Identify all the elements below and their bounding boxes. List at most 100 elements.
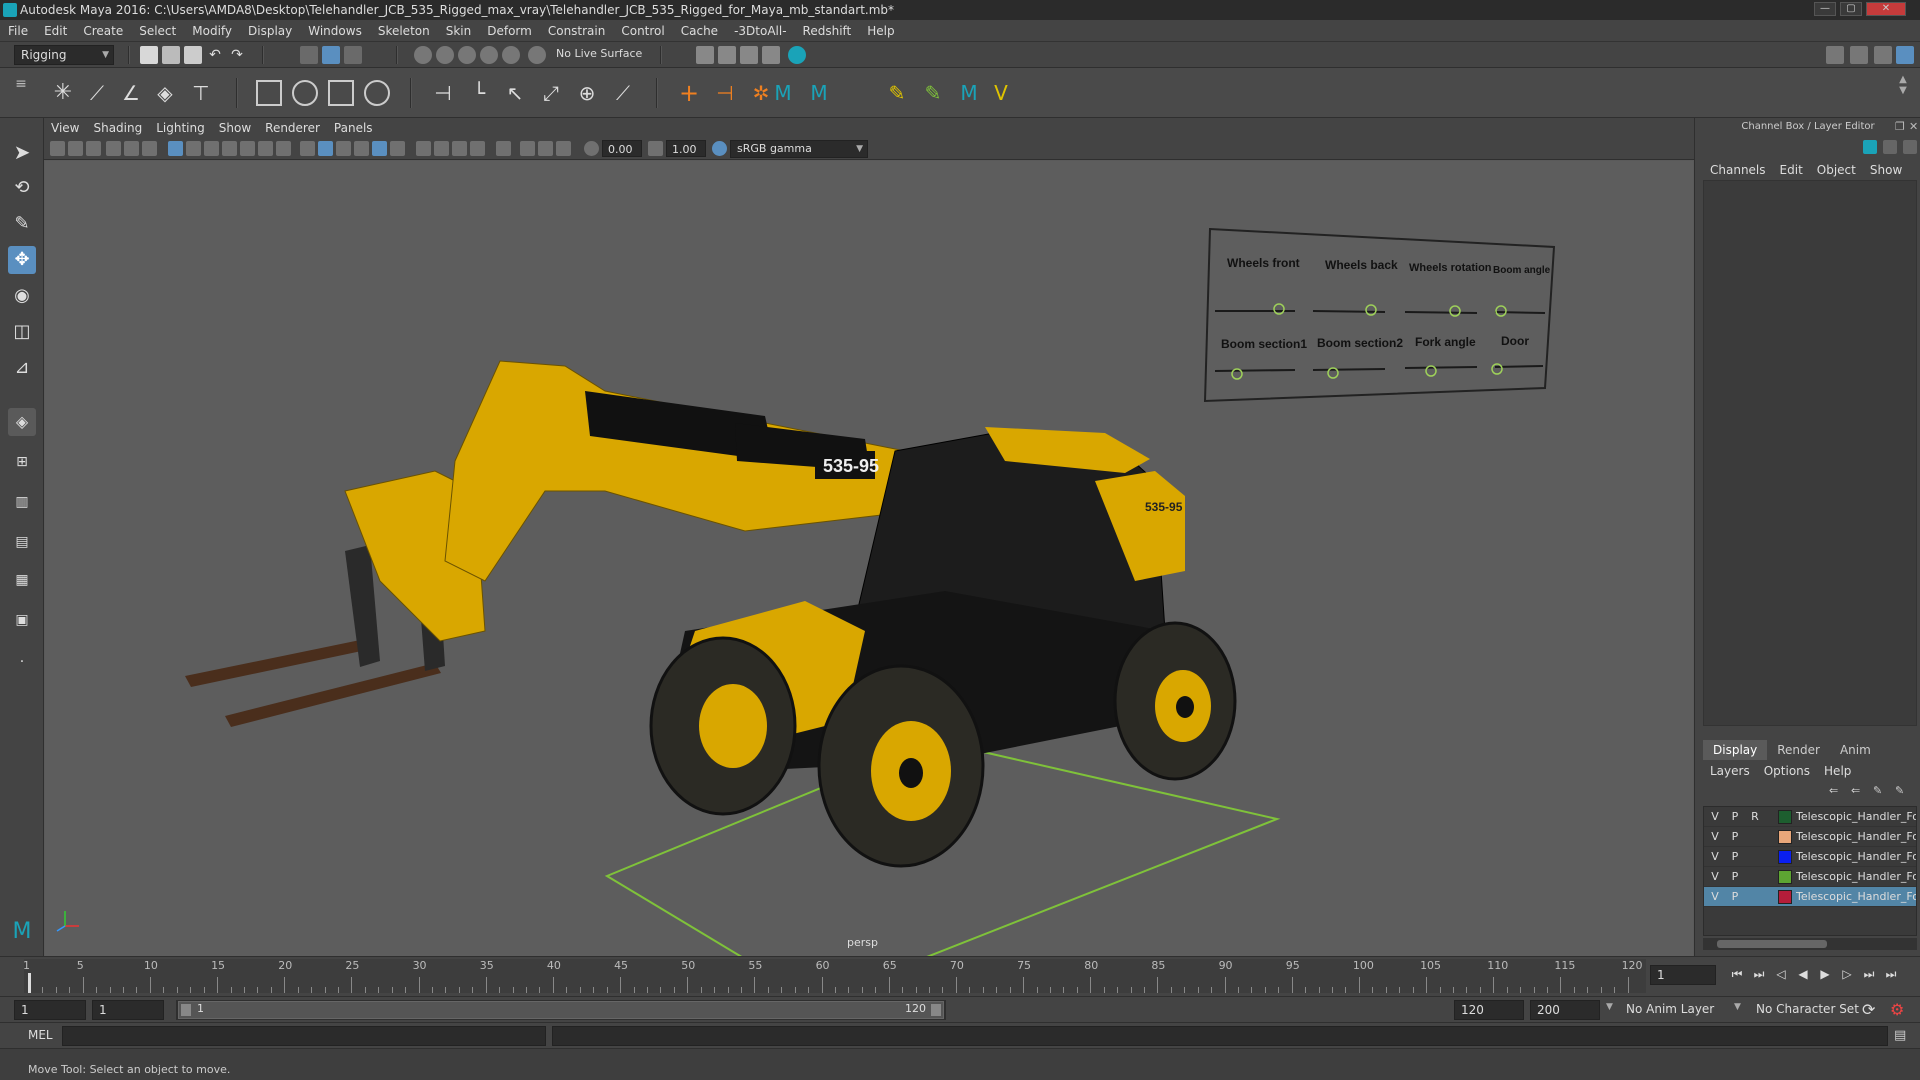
cluster-icon[interactable] xyxy=(364,80,390,106)
character-set-dropdown[interactable]: No Character Set xyxy=(1756,1002,1859,1016)
layer-color-swatch[interactable] xyxy=(1778,810,1792,824)
layer-row[interactable]: V P Telescopic_Handler_Fo xyxy=(1704,827,1916,847)
layer-reference-toggle[interactable] xyxy=(1746,869,1764,885)
hik-icon[interactable]: M xyxy=(770,80,796,106)
film-gate-icon[interactable] xyxy=(186,141,201,156)
vp-menu-shading[interactable]: Shading xyxy=(86,118,149,138)
ik-handle-icon[interactable]: ⟋ xyxy=(84,80,110,106)
live-surface-label[interactable]: No Live Surface xyxy=(556,47,642,60)
attribute-editor-icon[interactable] xyxy=(1850,46,1868,64)
layer-playback-toggle[interactable]: P xyxy=(1726,849,1744,865)
modeling-toolkit-icon[interactable] xyxy=(1826,46,1844,64)
play-backwards-icon[interactable]: ◀ xyxy=(1794,966,1812,982)
select-camera-icon[interactable] xyxy=(50,141,65,156)
locator-icon[interactable]: + xyxy=(676,80,702,106)
insert-joint-icon[interactable]: ◈ xyxy=(152,80,178,106)
layer-menu-help[interactable]: Help xyxy=(1817,764,1858,778)
open-scene-icon[interactable] xyxy=(162,46,180,64)
snap-surface-icon[interactable] xyxy=(502,46,520,64)
lattice-icon[interactable] xyxy=(328,80,354,106)
start-time-field[interactable]: 1 xyxy=(14,1000,86,1020)
script-editor-icon[interactable]: ▤ xyxy=(1894,1028,1906,1043)
shelf-menu-icon[interactable]: ≡ xyxy=(12,76,30,112)
control-panel-board[interactable] xyxy=(1203,227,1556,403)
render-view-icon[interactable] xyxy=(696,46,714,64)
menu-select[interactable]: Select xyxy=(131,20,184,42)
layer-horizontal-scrollbar[interactable] xyxy=(1703,938,1917,950)
xray-components-icon[interactable] xyxy=(556,141,571,156)
point-constraint-icon[interactable]: └ xyxy=(466,80,492,106)
xray-icon[interactable] xyxy=(520,141,535,156)
set-driven-key-icon[interactable]: ⊣ xyxy=(712,80,738,106)
fork-left[interactable] xyxy=(185,639,371,687)
hik-character-icon[interactable]: M xyxy=(806,80,832,106)
aim-constraint-icon[interactable]: ⊕ xyxy=(574,80,600,106)
save-scene-icon[interactable] xyxy=(184,46,202,64)
quick-rig-icon[interactable]: V xyxy=(988,80,1014,106)
maximize-button[interactable]: ▢ xyxy=(1840,2,1862,16)
tab-anim[interactable]: Anim xyxy=(1830,740,1881,760)
resolution-gate-icon[interactable] xyxy=(204,141,219,156)
redo-icon[interactable]: ↷ xyxy=(228,46,246,64)
hypergraph-icon[interactable]: ✎ xyxy=(884,80,910,106)
bind-skin-icon[interactable] xyxy=(256,80,282,106)
layer-menu-layers[interactable]: Layers xyxy=(1703,764,1757,778)
step-forward-key-icon[interactable]: ⏭ xyxy=(1860,966,1878,982)
cb-menu-object[interactable]: Object xyxy=(1810,160,1863,180)
minimize-button[interactable]: — xyxy=(1814,2,1836,16)
exposure-icon[interactable] xyxy=(584,141,599,156)
scrollbar-thumb[interactable] xyxy=(1717,940,1827,948)
scale-tool-icon[interactable]: ◫ xyxy=(8,318,36,346)
command-input[interactable] xyxy=(62,1026,546,1046)
menu-3dtoall[interactable]: -3DtoAll- xyxy=(726,20,794,42)
custom-layout-icon[interactable]: · xyxy=(8,648,36,676)
cb-menu-edit[interactable]: Edit xyxy=(1773,160,1810,180)
vp-menu-renderer[interactable]: Renderer xyxy=(258,118,327,138)
safe-action-icon[interactable] xyxy=(258,141,273,156)
range-start-grip[interactable] xyxy=(181,1004,191,1016)
select-tool-icon[interactable]: ➤ xyxy=(8,138,36,166)
rotate-tool-icon[interactable]: ◉ xyxy=(8,282,36,310)
vp-menu-view[interactable]: View xyxy=(44,118,86,138)
parent-constraint-icon[interactable]: ⊣ xyxy=(430,80,456,106)
camera-attributes-icon[interactable] xyxy=(68,141,83,156)
layer-playback-toggle[interactable]: P xyxy=(1726,809,1744,825)
color-management-icon[interactable] xyxy=(712,141,727,156)
layer-reference-toggle[interactable] xyxy=(1746,829,1764,845)
persp-outliner-layout-icon[interactable]: ▥ xyxy=(8,488,36,516)
go-to-end-icon[interactable]: ⏭ xyxy=(1882,966,1900,982)
attribute-toggle-icon[interactable] xyxy=(1883,140,1897,154)
layer-row[interactable]: V P Telescopic_Handler_Fo xyxy=(1704,887,1916,907)
range-end-grip[interactable] xyxy=(931,1004,941,1016)
vp-menu-panels[interactable]: Panels xyxy=(327,118,380,138)
step-back-frame-icon[interactable]: ◁ xyxy=(1772,966,1790,982)
mirror-joint-icon[interactable]: ⊤ xyxy=(188,80,214,106)
layer-row[interactable]: V P Telescopic_Handler_Fo xyxy=(1704,847,1916,867)
pole-vector-icon[interactable]: ⟋ xyxy=(610,80,636,106)
tab-render[interactable]: Render xyxy=(1767,740,1830,760)
screen-space-ao-icon[interactable] xyxy=(434,141,449,156)
playback-end-field[interactable]: 120 xyxy=(1454,1000,1524,1020)
new-layer-selected-icon[interactable]: ✎ xyxy=(1895,784,1904,797)
ik-spline-icon[interactable]: ∠ xyxy=(118,80,144,106)
grid-toggle-icon[interactable] xyxy=(168,141,183,156)
exposure-field[interactable]: 0.00 xyxy=(602,140,642,157)
bookmark-icon[interactable] xyxy=(86,141,101,156)
step-back-key-icon[interactable]: ⏭ xyxy=(1750,966,1768,982)
command-language-toggle[interactable]: MEL xyxy=(28,1028,53,1042)
menu-help[interactable]: Help xyxy=(859,20,902,42)
joint-tool-icon[interactable]: ✳ xyxy=(50,80,76,106)
outliner-layout-icon[interactable]: ▣ xyxy=(8,606,36,634)
channel-box-toggle-icon[interactable] xyxy=(1863,140,1877,154)
move-tool-icon[interactable]: ✥ xyxy=(8,246,36,274)
layer-color-swatch[interactable] xyxy=(1778,850,1792,864)
snap-curve-icon[interactable] xyxy=(436,46,454,64)
channel-box-body[interactable] xyxy=(1703,180,1917,726)
menu-control[interactable]: Control xyxy=(613,20,672,42)
wireframe-icon[interactable] xyxy=(300,141,315,156)
select-object-icon[interactable] xyxy=(322,46,340,64)
chevron-down-icon[interactable]: ▼ xyxy=(1606,1002,1613,1012)
layer-visibility-toggle[interactable]: V xyxy=(1706,849,1724,865)
hik-controls-icon[interactable]: M xyxy=(956,80,982,106)
animation-prefs-icon[interactable]: ⚙ xyxy=(1890,1000,1904,1019)
